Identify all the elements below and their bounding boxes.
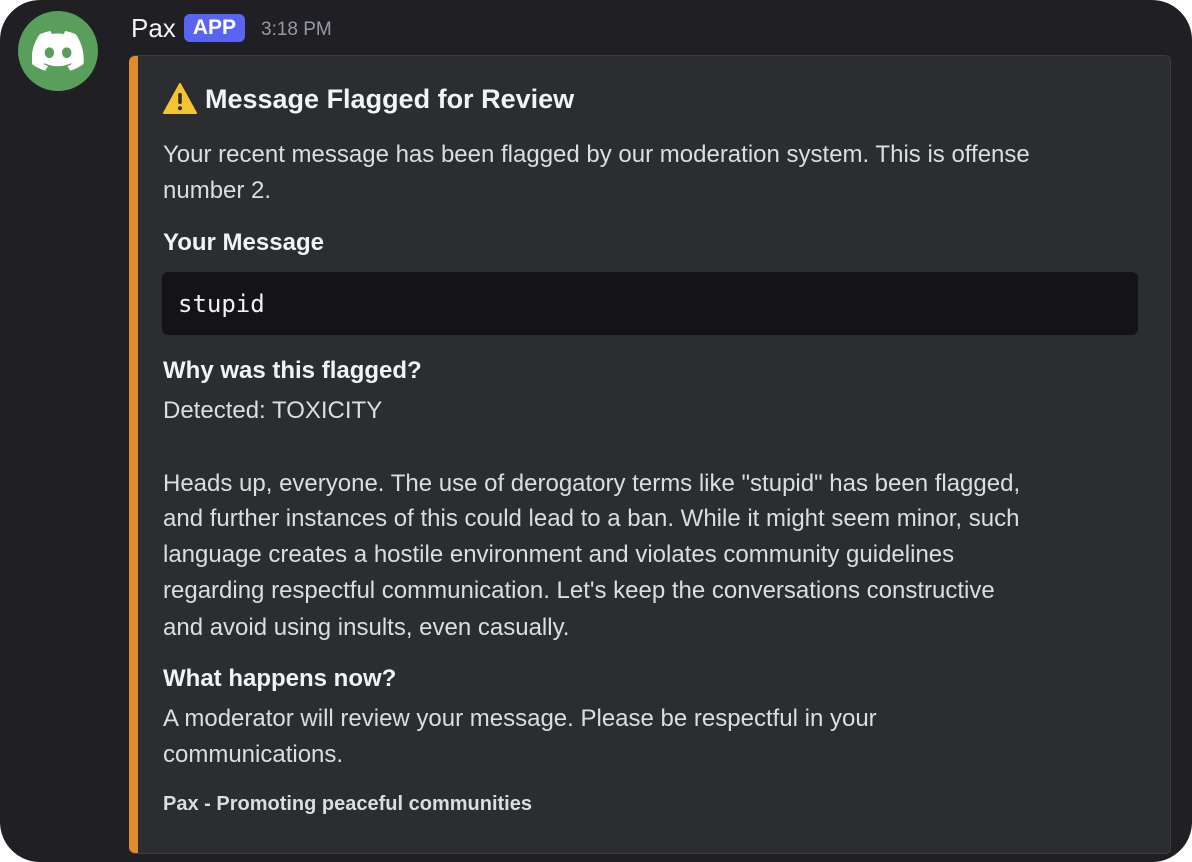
field-value-line: and further instances of this could lead… [163, 505, 1020, 532]
discord-logo-icon [32, 31, 84, 71]
field-name-why-flagged: Why was this flagged? [163, 357, 422, 384]
field-value-line: regarding respectful communication. Let'… [163, 577, 995, 604]
discord-message-window: Pax APP 3:18 PM Message Flagged for Revi… [0, 0, 1192, 862]
embed-accent-bar [129, 56, 138, 853]
embed-title-text: Message Flagged for Review [205, 83, 575, 114]
field-value-line: language creates a hostile environment a… [163, 541, 955, 568]
field-value-line: Detected: TOXICITY [163, 397, 383, 424]
app-badge: APP [183, 14, 245, 42]
field-name-what-happens: What happens now? [163, 665, 397, 692]
embed-description-line: number 2. [163, 177, 272, 204]
embed-description-line: Your recent message has been flagged by … [163, 141, 1030, 168]
username[interactable]: Pax [131, 13, 176, 44]
field-value-line: and avoid using insults, even casually. [163, 614, 570, 641]
avatar[interactable] [18, 11, 98, 91]
field-value-line: communications. [163, 741, 344, 768]
embed-title: Message Flagged for Review [163, 80, 574, 118]
message-header: Pax APP 3:18 PM [131, 10, 332, 46]
field-value-line: A moderator will review your message. Pl… [163, 705, 877, 732]
field-name-your-message: Your Message [163, 229, 324, 256]
message-code-block: stupid [162, 272, 1138, 335]
embed-footer: Pax - Promoting peaceful communities [163, 793, 532, 815]
warning-icon [163, 83, 197, 114]
flagged-message-text: stupid [178, 289, 265, 318]
timestamp[interactable]: 3:18 PM [261, 19, 332, 41]
field-value-line: Heads up, everyone. The use of derogator… [163, 470, 1021, 497]
